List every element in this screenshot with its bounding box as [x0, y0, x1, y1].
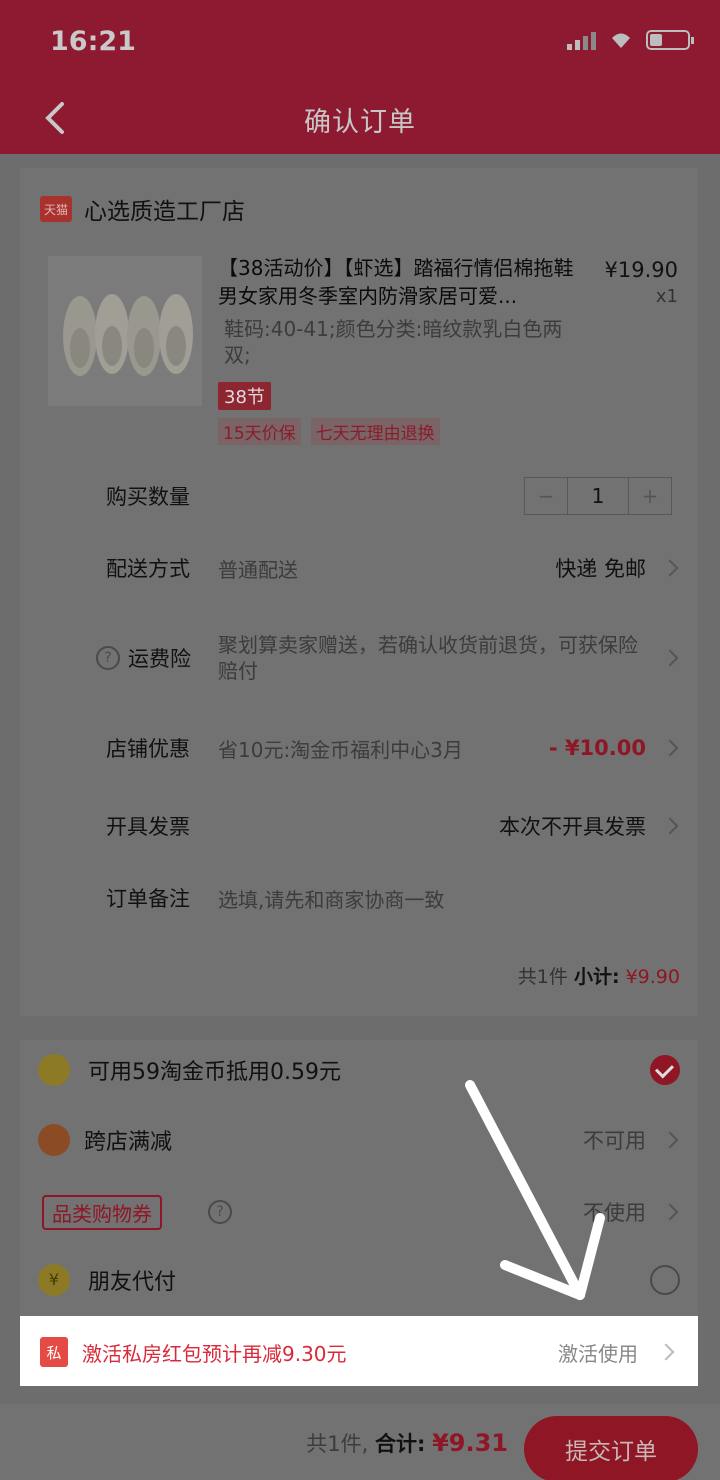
- status-bar: 16:21: [0, 0, 720, 80]
- delivery-value: 普通配送: [218, 557, 298, 582]
- invoice-row[interactable]: 开具发票 本次不开具发票: [20, 808, 698, 844]
- product-price: ¥19.90: [604, 258, 678, 282]
- check-icon[interactable]: [650, 1055, 680, 1085]
- cross-store-label: 跨店满减: [84, 1130, 173, 1155]
- question-icon[interactable]: ?: [208, 1200, 232, 1224]
- footer-count: 共1件,: [306, 1432, 369, 1456]
- nav-header: 确认订单: [0, 80, 720, 154]
- subtotal-amount: ¥9.90: [625, 966, 680, 988]
- quantity-input[interactable]: 1: [567, 478, 629, 514]
- tmall-badge-icon: 天猫: [40, 196, 72, 222]
- submit-order-button[interactable]: 提交订单: [524, 1416, 698, 1480]
- quantity-label: 购买数量: [106, 485, 190, 509]
- shop-discount-value: 省10元:淘金币福利中心3月: [218, 737, 463, 762]
- red-packet-banner[interactable]: 私 激活私房红包预计再减9.30元 激活使用: [20, 1316, 698, 1386]
- coin-icon: [38, 1054, 70, 1086]
- product-sku: 鞋码:40-41;颜色分类:暗纹款乳白色两双;: [224, 317, 563, 367]
- banner-text: 激活私房红包预计再减9.30元: [82, 1342, 347, 1366]
- insurance-label: 运费险: [128, 647, 191, 671]
- chevron-right-icon: [661, 1131, 679, 1149]
- order-card: 天猫 心选质造工厂店 【38活动价】【虾选】踏福行情侣棉拖鞋男女家用冬季室内防滑…: [20, 168, 698, 1016]
- insurance-value: 聚划算卖家赠送，若确认收货前退货，可获保险赔付: [218, 633, 638, 683]
- footer-bar: 共1件, 合计: ¥9.31 提交订单: [0, 1404, 720, 1480]
- chevron-right-icon: [661, 817, 679, 835]
- signal-icon: [567, 30, 596, 50]
- subtotal-label: 小计:: [573, 966, 620, 988]
- status-icons: [567, 30, 694, 50]
- note-input[interactable]: 选填,请先和商家协商一致: [218, 884, 444, 913]
- product-qty: x1: [655, 286, 678, 307]
- product-image[interactable]: [48, 256, 202, 406]
- quantity-row: 购买数量 − 1 +: [20, 476, 698, 516]
- delivery-label: 配送方式: [106, 557, 190, 581]
- question-icon[interactable]: ?: [96, 646, 120, 670]
- quantity-stepper: − 1 +: [524, 477, 672, 515]
- insurance-row[interactable]: ? 运费险 聚划算卖家赠送，若确认收货前退货，可获保险赔付: [20, 628, 698, 688]
- footer-total-label: 合计:: [374, 1432, 426, 1456]
- coins-row[interactable]: 可用59淘金币抵用0.59元: [20, 1052, 698, 1088]
- invoice-label: 开具发票: [106, 815, 190, 839]
- cross-store-row[interactable]: 跨店满减 不可用: [20, 1122, 698, 1158]
- invoice-value: 本次不开具发票: [499, 815, 646, 839]
- product-title[interactable]: 【38活动价】【虾选】踏福行情侣棉拖鞋男女家用冬季室内防滑家居可爱...: [218, 254, 590, 310]
- coins-label: 可用59淘金币抵用0.59元: [88, 1060, 341, 1085]
- promo-tag: 38节: [218, 382, 271, 410]
- chevron-right-icon: [661, 649, 679, 667]
- service-tags: 15天价保 七天无理由退换: [218, 418, 440, 445]
- cross-store-value: 不可用: [583, 1129, 646, 1153]
- delivery-method: 快递 免邮: [555, 557, 646, 581]
- chevron-right-icon: [657, 1343, 675, 1361]
- status-time: 16:21: [50, 26, 136, 57]
- category-coupon-row[interactable]: 品类购物券 ? 不使用: [20, 1194, 698, 1230]
- shop-name: 心选质造工厂店: [84, 199, 245, 225]
- chevron-right-icon: [661, 559, 679, 577]
- yuan-icon: ¥: [38, 1264, 70, 1296]
- shop-discount-amount: - ¥10.00: [548, 736, 646, 760]
- note-label: 订单备注: [106, 887, 190, 911]
- friend-pay-row[interactable]: ¥ 朋友代付: [20, 1262, 698, 1298]
- battery-icon: [646, 30, 694, 50]
- cross-store-icon: [38, 1124, 70, 1156]
- footer-total: 共1件, 合计: ¥9.31: [306, 1428, 508, 1458]
- wifi-icon: [612, 33, 630, 48]
- shop-discount-row[interactable]: 店铺优惠 省10元:淘金币福利中心3月 - ¥10.00: [20, 730, 698, 766]
- service-tag: 15天价保: [218, 418, 301, 445]
- shop-header[interactable]: 天猫 心选质造工厂店: [40, 192, 245, 226]
- subtotal-count: 共1件: [517, 966, 568, 988]
- friend-pay-radio[interactable]: [650, 1265, 680, 1295]
- delivery-row[interactable]: 配送方式 普通配送 快递 免邮: [20, 550, 698, 586]
- note-row: 订单备注 选填,请先和商家协商一致: [20, 880, 698, 916]
- activate-button[interactable]: 激活使用: [558, 1338, 638, 1367]
- chevron-right-icon: [661, 1203, 679, 1221]
- service-tag: 七天无理由退换: [310, 418, 440, 445]
- red-packet-icon: 私: [40, 1337, 68, 1367]
- subtotal: 共1件 小计: ¥9.90: [518, 962, 680, 989]
- category-coupon-value: 不使用: [583, 1201, 646, 1225]
- friend-pay-label: 朋友代付: [88, 1270, 177, 1295]
- discount-card: 可用59淘金币抵用0.59元 跨店满减 不可用 品类购物券 ? 不使用 ¥ 朋友…: [20, 1040, 698, 1316]
- page-title: 确认订单: [304, 107, 416, 138]
- minus-button[interactable]: −: [525, 478, 567, 514]
- shop-discount-label: 店铺优惠: [106, 737, 190, 761]
- footer-total-amount: ¥9.31: [432, 1429, 508, 1457]
- plus-button[interactable]: +: [629, 478, 671, 514]
- chevron-right-icon: [661, 739, 679, 757]
- category-coupon-label: 品类购物券: [42, 1194, 162, 1230]
